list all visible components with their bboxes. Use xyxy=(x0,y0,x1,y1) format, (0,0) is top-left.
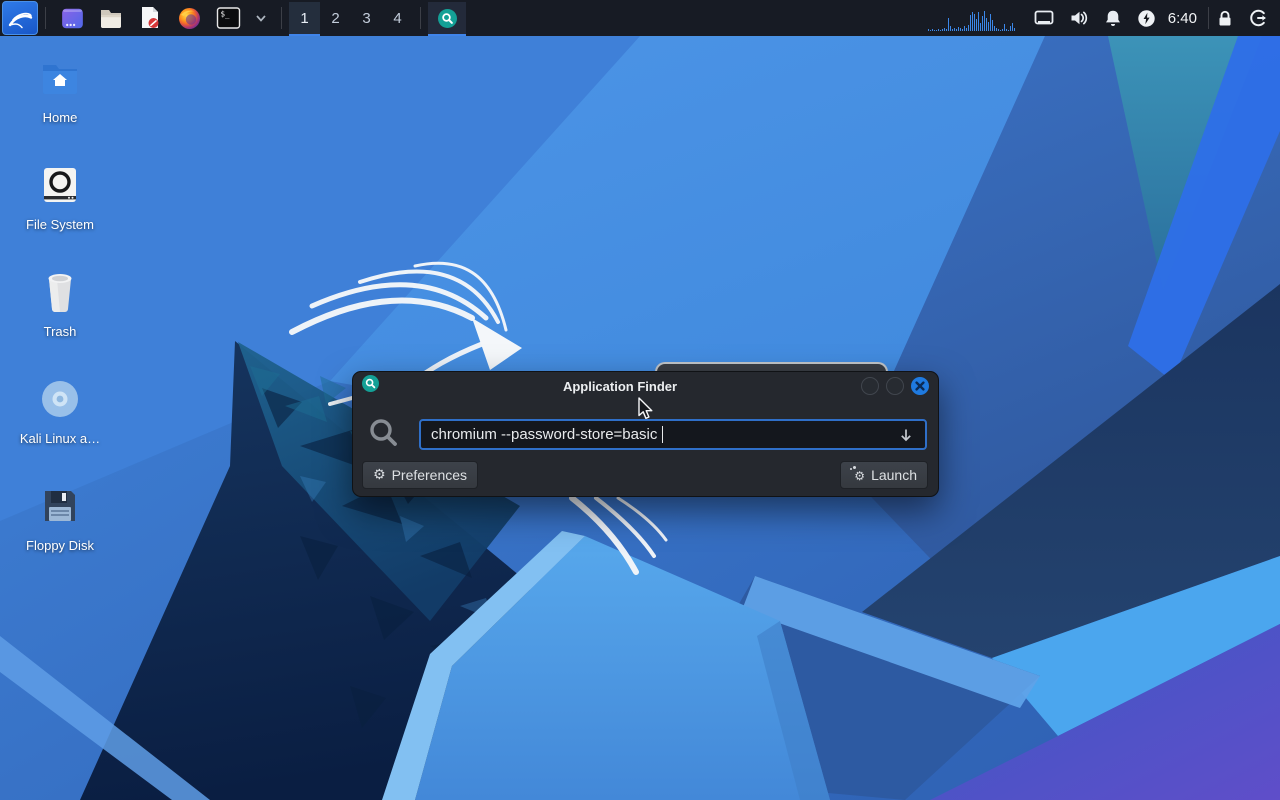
logout-icon[interactable] xyxy=(1248,8,1268,28)
lock-icon[interactable] xyxy=(1216,9,1234,28)
trash-icon xyxy=(41,272,79,312)
volume-icon[interactable] xyxy=(1069,9,1089,27)
search-icon xyxy=(368,417,400,454)
app-grid-icon[interactable] xyxy=(59,4,85,32)
floppy-icon xyxy=(41,486,79,526)
session-tray xyxy=(1216,8,1268,28)
kali-logo-icon xyxy=(5,4,35,32)
clock[interactable]: 6:40 xyxy=(1168,10,1197,27)
close-icon xyxy=(915,381,925,391)
taskbar-app-finder-button[interactable] xyxy=(428,2,466,36)
app-finder-icon xyxy=(362,375,379,397)
desktop-icon-file-system[interactable]: File System xyxy=(17,159,103,266)
svg-text:$_: $_ xyxy=(220,10,230,19)
panel-separator xyxy=(420,7,421,29)
launcher-group: $_ xyxy=(59,4,274,32)
desktop-icon-label: Home xyxy=(43,111,78,125)
preferences-button[interactable]: ⚙ Preferences xyxy=(362,461,478,489)
desktop: Home File System xyxy=(0,36,1280,800)
launch-run-icon: ⚙ xyxy=(851,468,865,482)
arrow-down-icon[interactable] xyxy=(891,422,921,447)
applications-menu-button[interactable] xyxy=(2,1,38,35)
search-input-value: chromium --password-store=basic xyxy=(431,426,657,443)
desktop-icon-label: Trash xyxy=(44,325,77,339)
top-panel: $_ 1 2 3 4 xyxy=(0,0,1280,36)
workspace-button-1[interactable]: 1 xyxy=(289,2,320,36)
workspace-switcher: 1 2 3 4 xyxy=(289,0,413,36)
gear-icon: ⚙ xyxy=(373,468,386,482)
home-folder-icon xyxy=(40,58,80,98)
close-button[interactable] xyxy=(911,377,929,395)
desktop-icon-label: Kali Linux a… xyxy=(20,432,100,446)
firefox-icon[interactable] xyxy=(176,4,202,32)
chevron-down-icon[interactable] xyxy=(248,4,274,32)
cdrom-icon xyxy=(40,379,80,419)
notifications-icon[interactable] xyxy=(1104,9,1122,28)
desktop-icon-label: File System xyxy=(26,218,94,232)
file-manager-icon[interactable] xyxy=(98,4,124,32)
maximize-button[interactable] xyxy=(886,377,904,395)
app-finder-icon xyxy=(438,9,457,28)
status-tray xyxy=(1034,9,1156,28)
workspace-button-3[interactable]: 3 xyxy=(351,2,382,36)
search-input[interactable]: chromium --password-store=basic xyxy=(419,419,927,450)
desktop-icon-floppy[interactable]: Floppy Disk xyxy=(17,480,103,587)
drive-icon xyxy=(41,165,79,205)
window-title: Application Finder xyxy=(379,379,861,394)
power-manager-icon[interactable] xyxy=(1137,9,1156,28)
workspace-button-2[interactable]: 2 xyxy=(320,2,351,36)
terminal-icon[interactable]: $_ xyxy=(215,4,241,32)
cpu-graph xyxy=(928,5,1020,31)
minimize-button[interactable] xyxy=(861,377,879,395)
desktop-icon-list: Home File System xyxy=(17,52,103,587)
text-editor-icon[interactable] xyxy=(137,4,163,32)
desktop-icon-kali-cd[interactable]: Kali Linux a… xyxy=(17,373,103,480)
panel-separator xyxy=(281,7,282,29)
display-icon[interactable] xyxy=(1034,9,1054,27)
application-finder-window: Application Finder chromium --password-s… xyxy=(352,371,939,497)
desktop-icon-home[interactable]: Home xyxy=(17,52,103,159)
panel-separator xyxy=(45,7,46,29)
workspace-button-4[interactable]: 4 xyxy=(382,2,413,36)
window-titlebar[interactable]: Application Finder xyxy=(353,372,938,400)
launch-button-label: Launch xyxy=(871,467,917,483)
launch-button[interactable]: ⚙ Launch xyxy=(840,461,928,489)
desktop-icon-trash[interactable]: Trash xyxy=(17,266,103,373)
preferences-button-label: Preferences xyxy=(392,467,467,483)
panel-separator xyxy=(1208,7,1209,29)
desktop-icon-label: Floppy Disk xyxy=(26,539,94,553)
text-caret xyxy=(662,426,663,443)
